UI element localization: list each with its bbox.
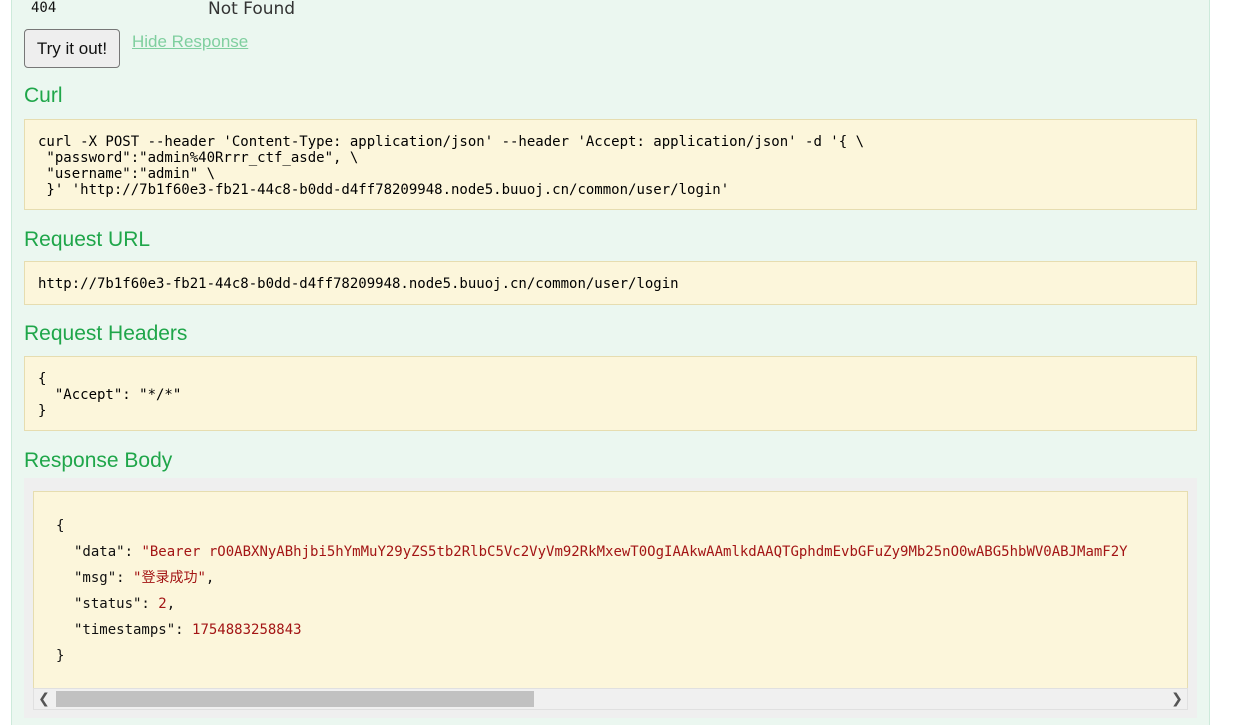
json-timestamps-value: 1754883258843 (192, 622, 302, 638)
scroll-right-arrow-icon[interactable]: ❯ (1167, 689, 1187, 709)
json-data-key: "data": (74, 544, 142, 560)
response-body-block: { "data": "Bearer rO0ABXNyABhjbi5hYmMuY2… (33, 491, 1188, 688)
json-msg-key: "msg": (74, 570, 134, 586)
json-status-value: 2 (158, 596, 167, 612)
horizontal-scrollbar[interactable]: ❮ ❯ (33, 688, 1188, 710)
json-msg-value: "登录成功" (133, 570, 206, 586)
status-message: Not Found (208, 0, 296, 19)
json-msg-line: "msg": "登录成功", (74, 568, 214, 588)
json-status-line: "status": 2, (74, 594, 175, 614)
response-body-container: { "data": "Bearer rO0ABXNyABhjbi5hYmMuY2… (24, 478, 1197, 718)
json-data-value: "Bearer rO0ABXNyABhjbi5hYmMuY29yZS5tb2Rl… (141, 544, 1128, 560)
status-code: 404 (31, 0, 57, 16)
json-comma: , (166, 596, 176, 612)
json-status-key: "status": (74, 596, 159, 612)
json-timestamps-line: "timestamps": 1754883258843 (74, 620, 302, 640)
request-url-title: Request URL (24, 228, 151, 251)
json-close-brace: } (56, 648, 65, 664)
response-body-title: Response Body (24, 449, 173, 472)
try-it-out-button[interactable]: Try it out! (24, 29, 120, 68)
hide-response-link[interactable]: Hide Response (132, 32, 248, 52)
scroll-left-arrow-icon[interactable]: ❮ (34, 689, 54, 709)
scrollbar-thumb[interactable] (56, 691, 534, 707)
request-headers-title: Request Headers (24, 322, 188, 345)
curl-command-block: curl -X POST --header 'Content-Type: app… (24, 119, 1197, 210)
curl-title: Curl (24, 84, 63, 107)
json-open-brace: { (56, 518, 65, 534)
request-url-block: http://7b1f60e3-fb21-44c8-b0dd-d4ff78209… (24, 261, 1197, 305)
json-timestamps-key: "timestamps": (74, 622, 193, 638)
json-data-line: "data": "Bearer rO0ABXNyABhjbi5hYmMuY29y… (74, 542, 1128, 562)
request-headers-block: { "Accept": "*/*" } (24, 356, 1197, 431)
json-comma: , (205, 570, 215, 586)
